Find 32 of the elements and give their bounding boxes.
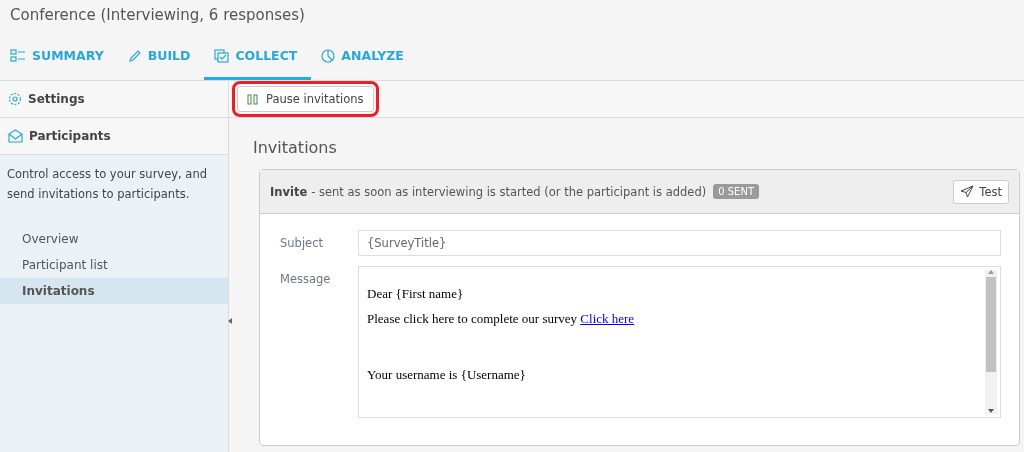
field-label: Message (280, 271, 332, 288)
sidebar-section[interactable]: Participants (0, 118, 228, 155)
test-button[interactable]: Test (953, 179, 1009, 204)
scrollbar[interactable] (985, 270, 997, 414)
section-label: Participants (29, 129, 111, 143)
pencil-icon (127, 48, 142, 63)
stacked-pages-icon (214, 48, 230, 63)
message-paragraph: Your username is {Username} (367, 367, 526, 382)
pause-icon (247, 93, 258, 105)
sidebar-section[interactable]: Settings (0, 81, 228, 118)
sidebar-item[interactable]: Participant list (0, 252, 228, 278)
sidebar-item[interactable]: Invitations (0, 278, 228, 304)
sidebar-item[interactable]: Overview (0, 226, 228, 252)
list-icon (10, 48, 26, 63)
subject-field[interactable]: {SurveyTitle} (358, 230, 1001, 256)
settings-icon (8, 92, 22, 106)
pie-chart-icon (321, 48, 336, 63)
survey-link[interactable]: Click here (580, 311, 635, 326)
message-editor[interactable]: Dear {First name} Please click here to complete our survey Click here Your username is {Username} (358, 266, 1001, 418)
invitation-name: Invite (270, 184, 308, 199)
section-heading: Invitations (252, 137, 338, 159)
sent-count-badge: 0 SENT (713, 184, 759, 199)
scroll-down-icon[interactable] (988, 409, 994, 414)
page-title: Conference (Interviewing, 6 responses) (9, 5, 306, 26)
envelope-icon (8, 129, 23, 143)
message-paragraph: Please click here to complete our survey Click here (367, 311, 635, 326)
field-label: Subject (280, 235, 324, 252)
send-icon (960, 185, 975, 198)
section-label: Settings (28, 92, 85, 106)
invitation-description: - sent as soon as interviewing is started (or the participant is added) (311, 184, 707, 199)
message-paragraph: Dear {First name} (367, 286, 464, 301)
sidebar-description: Control access to your survey, and send invitations to participants. (6, 166, 208, 203)
